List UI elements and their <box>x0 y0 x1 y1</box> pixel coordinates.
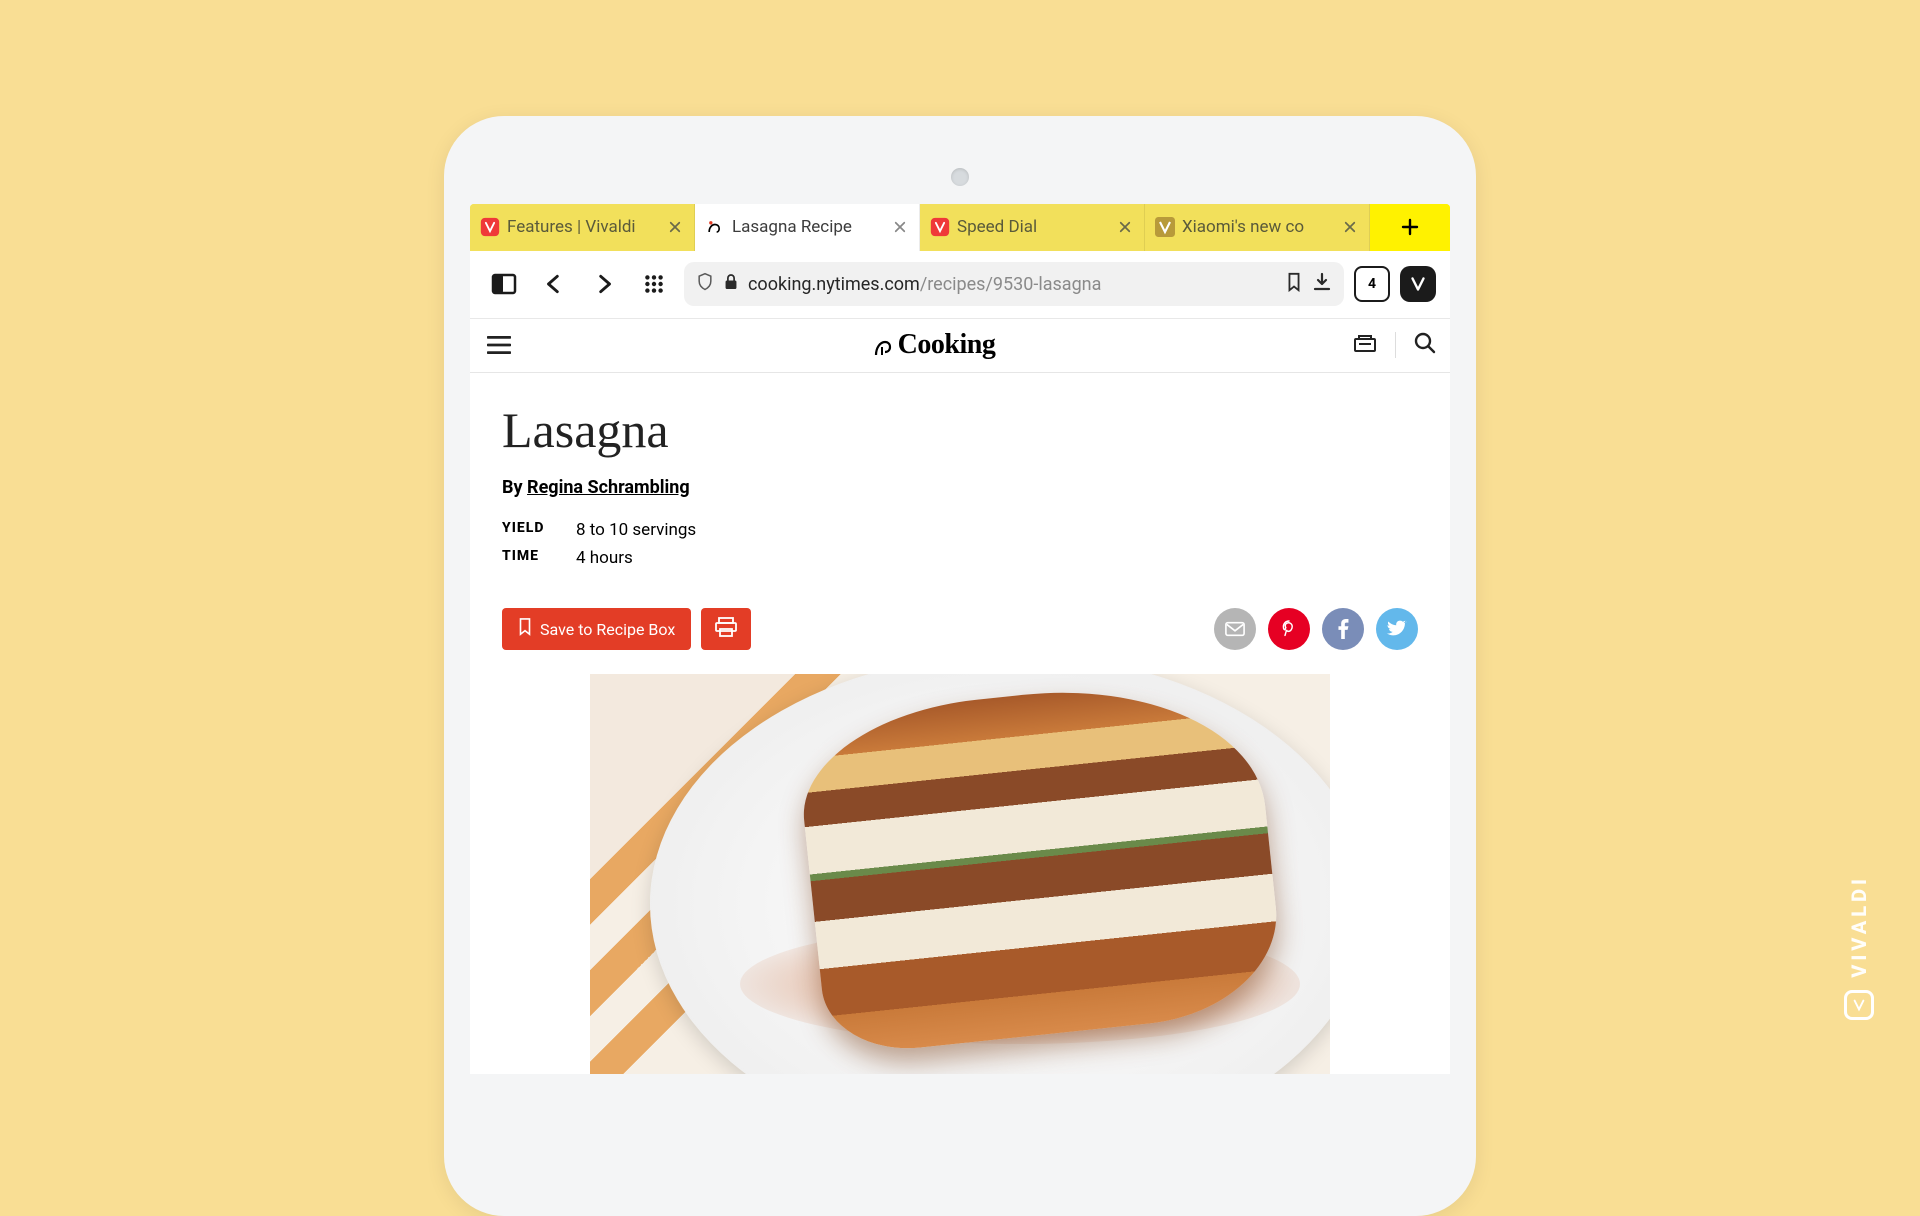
recipe-content: Lasagna By Regina Schrambling YIELD 8 to… <box>470 373 1450 1074</box>
apps-grid-button[interactable] <box>634 264 674 304</box>
close-icon[interactable] <box>666 218 684 236</box>
nyt-icon <box>705 217 725 237</box>
recipe-title: Lasagna <box>502 401 1418 459</box>
vivaldi-menu-button[interactable] <box>1400 266 1436 302</box>
site-header: Cooking <box>470 319 1450 373</box>
tab-lasagna[interactable]: Lasagna Recipe <box>695 204 920 251</box>
brand-text: Cooking <box>898 329 996 361</box>
tab-xiaomi[interactable]: Xiaomi's new co <box>1145 204 1370 251</box>
vivaldi-watermark: VIVALDI <box>1844 875 1874 1020</box>
tablet-camera <box>951 168 969 186</box>
close-icon[interactable] <box>1116 218 1134 236</box>
header-actions <box>1353 332 1436 358</box>
screen: Features | Vivaldi Lasagna Recipe Speed <box>470 204 1450 1074</box>
print-button[interactable] <box>701 608 751 650</box>
bookmark-icon[interactable] <box>1286 272 1302 296</box>
share-pinterest-button[interactable] <box>1268 608 1310 650</box>
time-label: TIME <box>502 548 558 568</box>
lock-icon[interactable] <box>724 273 738 295</box>
share-row <box>1214 608 1418 650</box>
panel-toggle-button[interactable] <box>484 264 524 304</box>
address-bar[interactable]: cooking.nytimes.com/recipes/9530-lasagna <box>684 262 1344 306</box>
url-host: cooking.nytimes.com <box>748 274 920 295</box>
meta-yield: YIELD 8 to 10 servings <box>502 520 1418 540</box>
vivaldi-icon <box>930 217 950 237</box>
share-twitter-button[interactable] <box>1376 608 1418 650</box>
tab-strip: Features | Vivaldi Lasagna Recipe Speed <box>470 204 1450 251</box>
menu-button[interactable] <box>484 330 514 360</box>
site-brand[interactable]: Cooking <box>872 329 996 361</box>
tab-title: Features | Vivaldi <box>507 217 659 237</box>
new-tab-button[interactable] <box>1370 204 1450 251</box>
download-icon[interactable] <box>1312 272 1332 296</box>
save-recipe-button[interactable]: Save to Recipe Box <box>502 608 691 650</box>
share-facebook-button[interactable] <box>1322 608 1364 650</box>
back-button[interactable] <box>534 264 574 304</box>
search-icon[interactable] <box>1414 332 1436 358</box>
tab-count-button[interactable]: 4 <box>1354 266 1390 302</box>
vivaldi-icon <box>480 217 500 237</box>
tab-speed-dial[interactable]: Speed Dial <box>920 204 1145 251</box>
print-icon <box>715 617 737 641</box>
meta-time: TIME 4 hours <box>502 548 1418 568</box>
url-text: cooking.nytimes.com/recipes/9530-lasagna <box>748 274 1276 295</box>
byline: By Regina Schrambling <box>502 477 1418 498</box>
tab-count-label: 4 <box>1368 276 1376 292</box>
watermark-text: VIVALDI <box>1847 875 1871 978</box>
time-value: 4 hours <box>576 548 633 568</box>
tablet-frame: Features | Vivaldi Lasagna Recipe Speed <box>444 116 1476 1216</box>
nav-bar: cooking.nytimes.com/recipes/9530-lasagna… <box>470 251 1450 319</box>
recipe-hero-image <box>590 674 1330 1074</box>
left-actions: Save to Recipe Box <box>502 608 751 650</box>
save-label: Save to Recipe Box <box>540 620 675 639</box>
tab-title: Lasagna Recipe <box>732 217 884 237</box>
recipe-box-icon[interactable] <box>1353 333 1377 357</box>
tab-title: Xiaomi's new co <box>1182 217 1334 237</box>
verge-icon <box>1155 217 1175 237</box>
vivaldi-icon <box>1844 990 1874 1020</box>
yield-label: YIELD <box>502 520 558 540</box>
shield-icon[interactable] <box>696 272 714 296</box>
forward-button[interactable] <box>584 264 624 304</box>
divider <box>1395 332 1396 358</box>
nyt-logo-icon <box>872 333 892 357</box>
close-icon[interactable] <box>891 218 909 236</box>
tab-title: Speed Dial <box>957 217 1109 237</box>
action-row: Save to Recipe Box <box>502 608 1418 650</box>
yield-value: 8 to 10 servings <box>576 520 696 540</box>
bookmark-icon <box>518 618 532 640</box>
author-link[interactable]: Regina Schrambling <box>527 477 690 498</box>
close-icon[interactable] <box>1341 218 1359 236</box>
share-email-button[interactable] <box>1214 608 1256 650</box>
byline-prefix: By <box>502 477 523 498</box>
lasagna-shape <box>793 674 1286 1057</box>
url-path: /recipes/9530-lasagna <box>920 274 1102 295</box>
tab-features[interactable]: Features | Vivaldi <box>470 204 695 251</box>
